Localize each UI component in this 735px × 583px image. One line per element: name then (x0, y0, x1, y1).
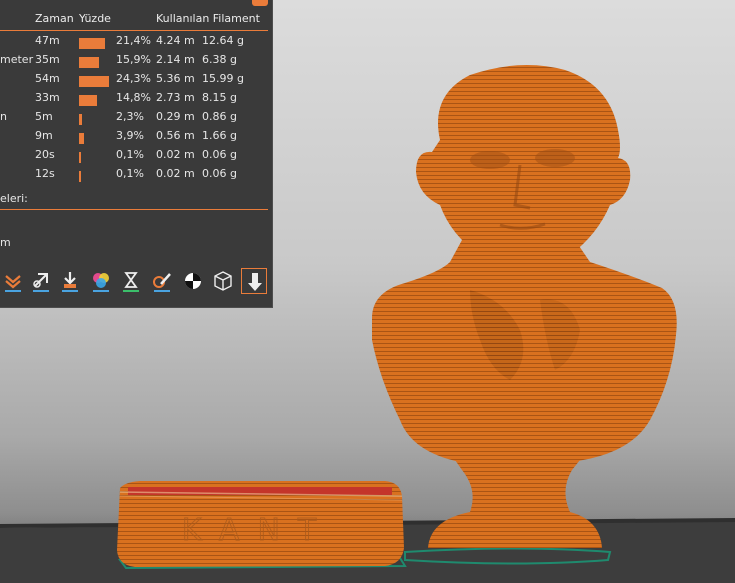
filament-length: 5.36 m (156, 72, 195, 85)
bust-head (416, 65, 631, 268)
percent-value: 21,4% (116, 34, 151, 47)
partial-label: m (0, 236, 11, 249)
percent-value: 0,1% (116, 148, 144, 161)
time-value: 35m (35, 53, 60, 66)
view-toolbar (0, 266, 272, 298)
stats-row: 9m 3,9% 0.56 m 1.66 g (0, 129, 272, 148)
percent-value: 14,8% (116, 91, 151, 104)
retractions-icon[interactable] (28, 268, 54, 294)
time-value: 5m (35, 110, 53, 123)
feature-name: meter (0, 53, 34, 66)
filament-weight: 12.64 g (202, 34, 244, 47)
custom-gcode-icon[interactable] (149, 268, 175, 294)
shells-icon[interactable] (210, 268, 236, 294)
header-time: Zaman (35, 12, 74, 25)
nameplate-engraving: KANT (182, 513, 334, 548)
filament-length: 0.56 m (156, 129, 195, 142)
panel-collapse-tab[interactable] (252, 0, 268, 6)
stats-row: meter 35m 15,9% 2.14 m 6.38 g (0, 53, 272, 72)
time-value: 9m (35, 129, 53, 142)
percent-value: 15,9% (116, 53, 151, 66)
section-divider (0, 209, 268, 210)
percent-bar (79, 76, 109, 87)
percent-value: 24,3% (116, 72, 151, 85)
gcode-statistics-panel: Zaman Yüzde Kullanılan Filament 47m 21,4%… (0, 0, 273, 308)
percent-bar (79, 133, 84, 144)
time-value: 54m (35, 72, 60, 85)
percent-bar (79, 38, 106, 49)
header-used-filament: Kullanılan Filament (156, 12, 260, 25)
filament-length: 4.24 m (156, 34, 195, 47)
filament-weight: 0.06 g (202, 148, 237, 161)
filament-length: 0.02 m (156, 148, 195, 161)
tool-marker-icon[interactable] (241, 268, 267, 294)
feature-name: n (0, 110, 7, 123)
pause-icon[interactable] (118, 268, 144, 294)
color-changes-icon[interactable] (88, 268, 114, 294)
layers-chevron-icon[interactable] (0, 268, 26, 294)
filament-weight: 0.86 g (202, 110, 237, 123)
header-percent: Yüzde (79, 12, 111, 25)
stats-row: 54m 24,3% 5.36 m 15.99 g (0, 72, 272, 91)
time-value: 47m (35, 34, 60, 47)
percent-value: 3,9% (116, 129, 144, 142)
stats-row: n 5m 2,3% 0.29 m 0.86 g (0, 110, 272, 129)
seams-icon[interactable] (57, 268, 83, 294)
filament-weight: 0.06 g (202, 167, 237, 180)
filament-weight: 15.99 g (202, 72, 244, 85)
percent-value: 0,1% (116, 167, 144, 180)
percent-bar (79, 114, 82, 125)
stats-row: 12s 0,1% 0.02 m 0.06 g (0, 167, 272, 186)
percent-bar (79, 171, 81, 182)
percent-bar (79, 152, 81, 163)
stats-row: 33m 14,8% 2.73 m 8.15 g (0, 91, 272, 110)
filament-weight: 8.15 g (202, 91, 237, 104)
extrusion-section-label: eleri: (0, 192, 28, 205)
filament-length: 0.02 m (156, 167, 195, 180)
percent-value: 2,3% (116, 110, 144, 123)
filament-length: 2.73 m (156, 91, 195, 104)
time-value: 33m (35, 91, 60, 104)
percent-bar (79, 95, 98, 106)
time-value: 20s (35, 148, 55, 161)
filament-length: 2.14 m (156, 53, 195, 66)
stats-row: 20s 0,1% 0.02 m 0.06 g (0, 148, 272, 167)
filament-length: 0.29 m (156, 110, 195, 123)
filament-weight: 6.38 g (202, 53, 237, 66)
bust-pedestal (428, 460, 602, 548)
filament-weight: 1.66 g (202, 129, 237, 142)
stats-row: 47m 21,4% 4.24 m 12.64 g (0, 34, 272, 53)
center-of-gravity-icon[interactable] (180, 268, 206, 294)
percent-bar (79, 57, 99, 68)
time-value: 12s (35, 167, 55, 180)
header-divider (0, 30, 268, 31)
